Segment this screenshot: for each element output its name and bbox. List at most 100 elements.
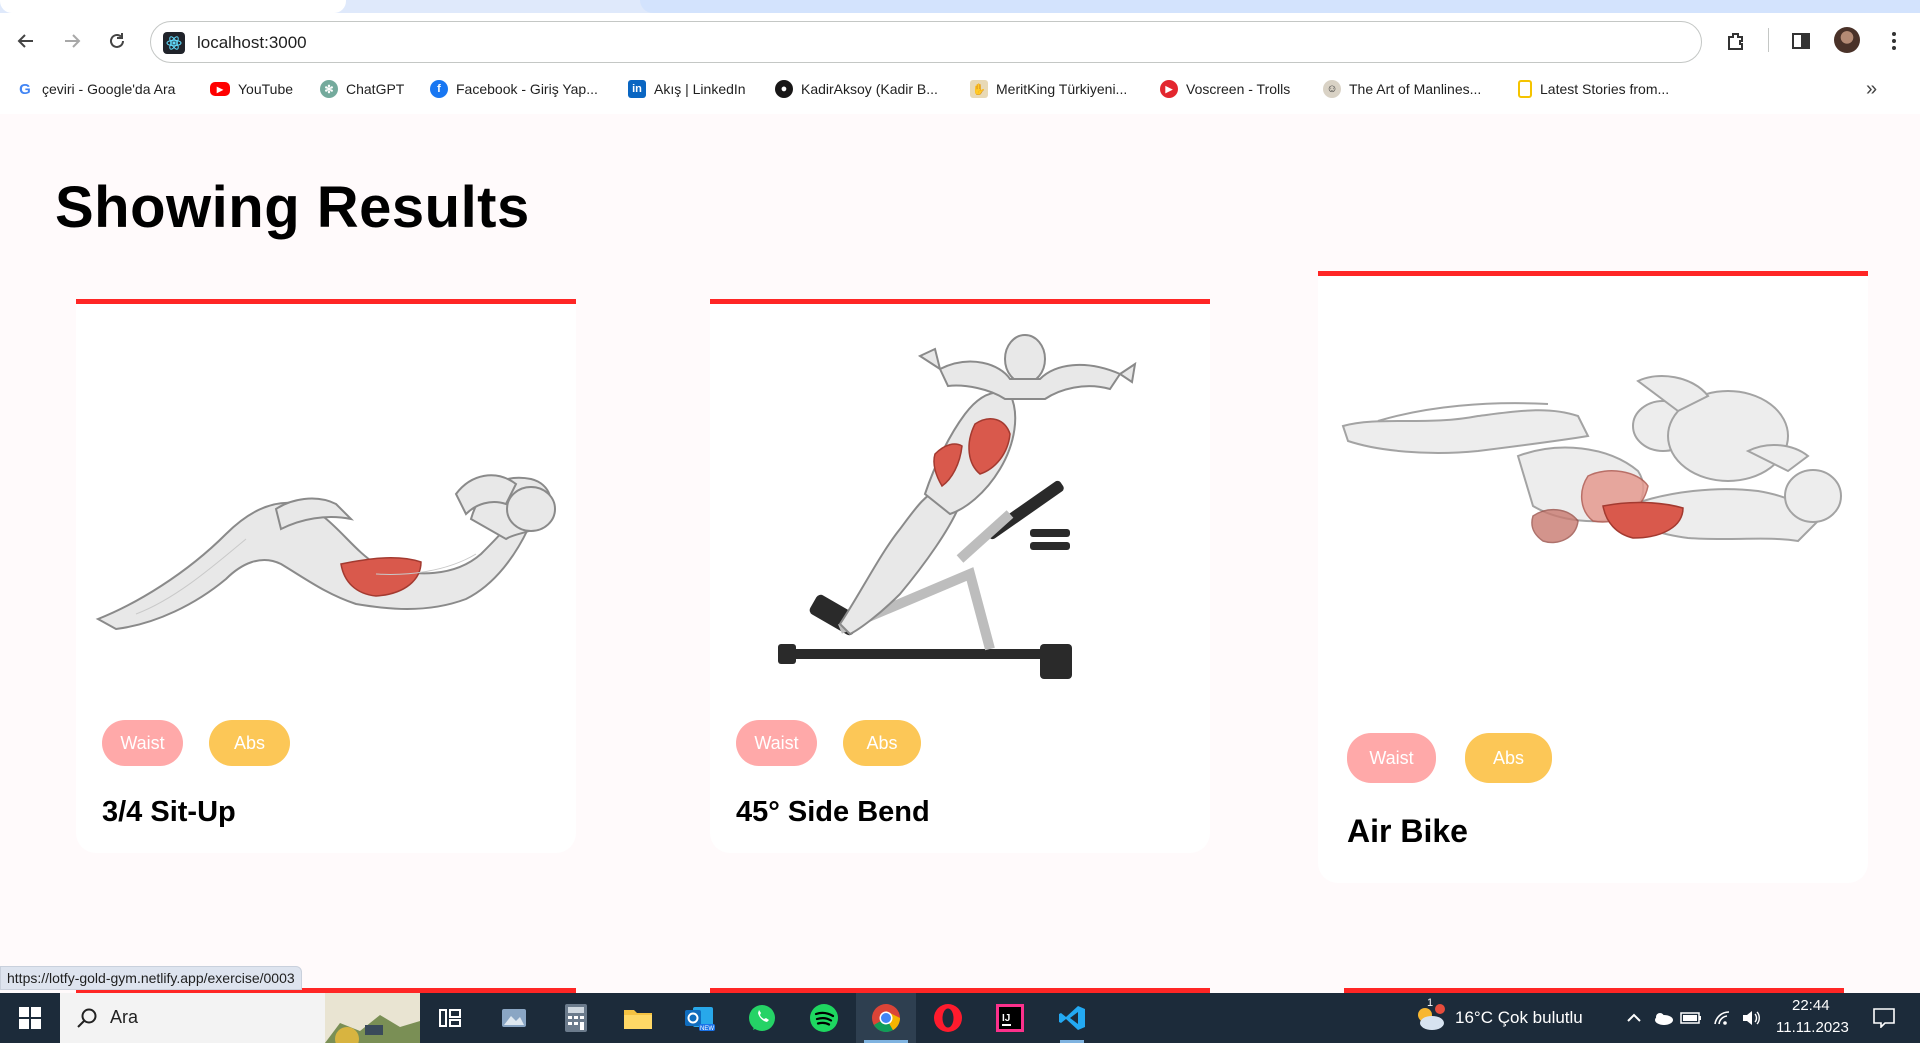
task-view-button[interactable] — [430, 993, 470, 1043]
google-icon: G — [16, 80, 34, 98]
bookmark-label: ChatGPT — [346, 81, 405, 97]
taskbar-app-file-explorer[interactable] — [618, 993, 658, 1043]
battery-icon — [1680, 1012, 1701, 1024]
clock-date[interactable]: 11.11.2023 — [1776, 1019, 1849, 1036]
folder-icon — [624, 1010, 652, 1029]
reload-icon — [110, 33, 124, 48]
bookmark-linkedin[interactable]: in Akış | LinkedIn — [628, 78, 746, 100]
page-title: Showing Results — [55, 175, 530, 240]
notification-icon — [1873, 1008, 1895, 1028]
kebab-menu-icon — [1892, 32, 1896, 50]
chevron-up-icon — [1627, 1013, 1641, 1022]
active-tab[interactable] — [0, 0, 346, 13]
bookmark-voscreen[interactable]: ▶ Voscreen - Trolls — [1160, 78, 1290, 100]
task-view-icon — [439, 1009, 461, 1027]
tag-waist[interactable]: Waist — [102, 720, 183, 766]
outlook-icon: NEW — [685, 1007, 715, 1032]
vscode-icon — [1059, 1006, 1085, 1030]
bookmark-art-of-manliness[interactable]: ☺ The Art of Manlines... — [1323, 78, 1481, 100]
github-icon: ● — [775, 80, 793, 98]
bookmark-chatgpt[interactable]: ✻ ChatGPT — [320, 78, 404, 100]
exercise-name: 3/4 Sit-Up — [102, 796, 236, 828]
speaker-icon — [1743, 1011, 1760, 1025]
taskbar-app-calculator[interactable] — [556, 993, 596, 1043]
taskbar-app-whatsapp[interactable] — [742, 993, 782, 1043]
extensions-button[interactable] — [1720, 25, 1752, 57]
tag-waist[interactable]: Waist — [736, 720, 817, 766]
taskbar-app-outlook[interactable]: NEW — [680, 993, 720, 1043]
linkedin-icon: in — [628, 80, 646, 98]
back-button[interactable] — [10, 25, 42, 57]
search-icon — [77, 1008, 97, 1028]
tab-strip — [0, 0, 1920, 13]
bookmark-facebook[interactable]: f Facebook - Giriş Yap... — [430, 78, 598, 100]
bookmark-label: Voscreen - Trolls — [1186, 81, 1291, 97]
reload-button[interactable] — [101, 25, 133, 57]
exercise-card[interactable]: Waist Abs Air Bike — [1318, 271, 1868, 883]
bookmark-label: Akış | LinkedIn — [654, 81, 746, 97]
windows-taskbar: Ara NEW IJ 1 16°C Çok bulutlu 22:44 11.1… — [0, 993, 1920, 1043]
side-bend-illustration — [778, 334, 1137, 679]
opera-icon — [934, 1004, 962, 1032]
tag-abs[interactable]: Abs — [209, 720, 290, 766]
windows-logo-icon — [19, 1007, 41, 1029]
show-hidden-icons-button[interactable] — [1620, 993, 1648, 1043]
network-tray[interactable] — [1710, 993, 1736, 1043]
browser-toolbar: localhost:3000 — [0, 13, 1920, 69]
tag-abs[interactable]: Abs — [1465, 733, 1552, 783]
status-link-preview: https://lotfy-gold-gym.netlify.app/exerc… — [0, 966, 302, 990]
taskbar-app-photos[interactable] — [494, 993, 534, 1043]
bookmark-label: Facebook - Giriş Yap... — [456, 81, 598, 97]
bookmarks-overflow-icon[interactable]: » — [1866, 78, 1877, 101]
bookmark-github[interactable]: ● KadirAksoy (Kadir B... — [775, 78, 938, 100]
notification-center-button[interactable] — [1864, 993, 1904, 1043]
artofmanliness-icon: ☺ — [1323, 80, 1341, 98]
side-panel-button[interactable] — [1785, 25, 1817, 57]
intellij-icon: IJ — [996, 1004, 1024, 1032]
bookmark-label: çeviri - Google'da Ara — [42, 81, 176, 97]
side-panel-icon — [1792, 33, 1810, 49]
inactive-tab[interactable] — [640, 0, 1920, 13]
cloud-icon — [1655, 1013, 1673, 1025]
exercise-card[interactable]: Waist Abs 3/4 Sit-Up — [76, 299, 576, 853]
taskbar-app-opera[interactable] — [928, 993, 968, 1043]
profile-avatar[interactable] — [1834, 27, 1860, 53]
wifi-icon — [1714, 1011, 1730, 1025]
weather-text[interactable]: 16°C Çok bulutlu — [1455, 1008, 1583, 1028]
sit-up-illustration — [95, 474, 556, 631]
facebook-icon: f — [430, 80, 448, 98]
clock-time[interactable]: 22:44 — [1792, 997, 1830, 1014]
exercise-name: 45° Side Bend — [736, 796, 930, 828]
volume-tray[interactable] — [1738, 993, 1764, 1043]
battery-tray[interactable] — [1678, 993, 1704, 1043]
bookmark-youtube[interactable]: ▶ YouTube — [210, 78, 293, 100]
taskbar-app-vscode[interactable] — [1052, 993, 1092, 1043]
taskbar-search[interactable]: Ara — [60, 993, 420, 1043]
puzzle-icon — [1728, 33, 1743, 50]
bookmark-label: MeritKing Türkiyeni... — [996, 81, 1128, 97]
taskbar-app-intellij[interactable]: IJ — [990, 993, 1030, 1043]
address-bar[interactable]: localhost:3000 — [150, 21, 1702, 63]
calculator-icon — [565, 1004, 587, 1032]
bookmark-meritking[interactable]: ✋ MeritKing Türkiyeni... — [970, 78, 1127, 100]
forward-arrow-icon — [65, 34, 81, 48]
bookmark-label: YouTube — [238, 81, 294, 97]
taskbar-app-chrome[interactable] — [856, 993, 916, 1043]
stories-icon — [1518, 80, 1532, 98]
exercise-card[interactable]: Waist Abs 45° Side Bend — [710, 299, 1210, 853]
tag-waist[interactable]: Waist — [1347, 733, 1436, 783]
whatsapp-icon — [749, 1005, 775, 1031]
bookmark-latest-stories[interactable]: Latest Stories from... — [1518, 78, 1669, 100]
tag-abs[interactable]: Abs — [843, 720, 921, 766]
youtube-icon: ▶ — [210, 82, 230, 96]
browser-menu-button[interactable] — [1878, 25, 1910, 57]
taskbar-app-spotify[interactable] — [804, 993, 844, 1043]
forward-button[interactable] — [56, 25, 88, 57]
react-site-icon — [163, 32, 185, 54]
bookmark-google[interactable]: G çeviri - Google'da Ara — [16, 78, 175, 100]
back-arrow-icon — [17, 34, 33, 48]
air-bike-illustration — [1341, 375, 1842, 544]
onedrive-tray[interactable] — [1650, 993, 1676, 1043]
photos-icon — [502, 1009, 526, 1027]
start-button[interactable] — [10, 993, 50, 1043]
